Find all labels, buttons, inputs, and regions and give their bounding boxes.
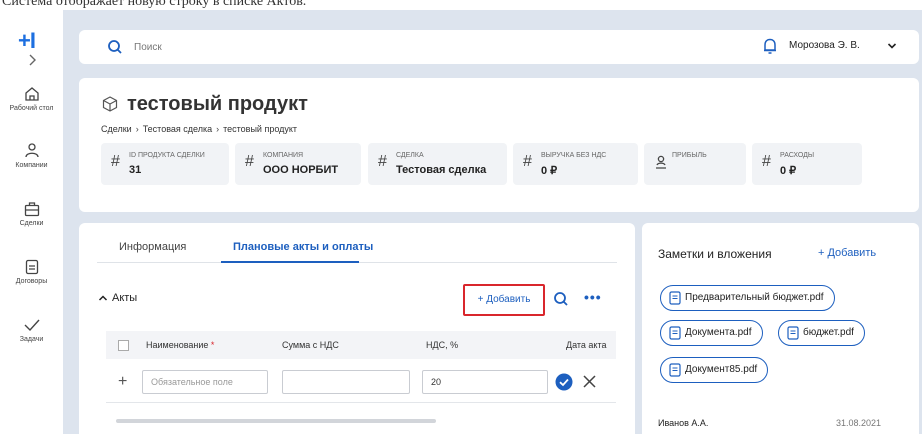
close-icon[interactable]	[582, 374, 597, 389]
stat-value[interactable]: ООО НОРБИТ	[263, 164, 338, 176]
hash-icon: #	[378, 153, 387, 170]
stat-label: Компания	[263, 152, 304, 159]
chevron-right-icon: ›	[135, 124, 139, 134]
stat-value: 31	[129, 164, 142, 176]
notes-panel: Заметки и вложения + Добавить Предварите…	[642, 223, 919, 434]
sidebar-item-label: Рабочий стол	[9, 105, 54, 112]
document-icon	[25, 259, 38, 275]
section-title[interactable]: Акты	[112, 292, 137, 304]
stat-deal: # Сделка Тестовая сделка	[368, 143, 507, 185]
sidebar-item-dashboard[interactable]: Рабочий стол	[0, 85, 63, 112]
stat-value: 0 ₽	[780, 165, 797, 177]
add-act-button[interactable]: + Добавить	[463, 284, 545, 316]
search-icon[interactable]	[553, 291, 569, 307]
attachment-name: Документ85.pdf	[685, 364, 758, 375]
person-icon	[656, 155, 666, 169]
page-caption: Система отображает новую строку в списке…	[2, 0, 307, 9]
stat-product-id: # ID продукта сделки 31	[101, 143, 229, 185]
hash-icon: #	[762, 153, 771, 170]
sidebar-item-contracts[interactable]: Договоры	[0, 258, 63, 285]
sidebar-item-label: Сделки	[19, 220, 44, 227]
column-header-vat[interactable]: НДС, %	[426, 340, 458, 350]
active-tab-indicator	[221, 261, 359, 263]
hash-icon: #	[111, 153, 120, 170]
user-name[interactable]: Морозова Э. В.	[789, 40, 860, 51]
acts-panel: Информация Плановые акты и оплаты Акты +…	[79, 223, 635, 434]
breadcrumb-link[interactable]: Сделки	[101, 124, 132, 134]
add-note-button[interactable]: + Добавить	[818, 247, 876, 259]
table-row: +	[106, 361, 616, 403]
column-header-sum[interactable]: Сумма с НДС	[282, 340, 339, 350]
chevron-right-icon: ›	[216, 124, 220, 134]
tab-planned-acts[interactable]: Плановые акты и оплаты	[233, 241, 373, 253]
table-header: Наименование * Сумма с НДС НДС, % Дата а…	[106, 331, 616, 359]
briefcase-icon	[24, 202, 39, 217]
sidebar: +I Рабочий стол Компании Сделки Договоры…	[0, 10, 63, 434]
sidebar-item-label: Компании	[15, 162, 48, 169]
plus-icon[interactable]: +	[118, 373, 127, 391]
sidebar-item-tasks[interactable]: Задачи	[0, 316, 63, 343]
file-icon	[669, 326, 681, 340]
stat-company: # Компания ООО НОРБИТ	[235, 143, 361, 185]
stat-profit: Прибыль	[644, 143, 746, 185]
tab-information[interactable]: Информация	[119, 241, 186, 253]
page-title: тестовый продукт	[127, 93, 308, 115]
hash-icon: #	[523, 153, 532, 170]
vat-field[interactable]	[422, 370, 548, 394]
breadcrumb-current: тестовый продукт	[223, 124, 298, 134]
search-icon[interactable]	[107, 39, 123, 55]
attachment-name: бюджет.pdf	[803, 327, 854, 338]
file-icon	[669, 363, 681, 377]
name-field[interactable]	[142, 370, 268, 394]
stat-revenue: # Выручка без НДС 0 ₽	[513, 143, 638, 185]
file-icon	[787, 326, 799, 340]
stat-label: Сделка	[396, 152, 424, 159]
select-all-checkbox[interactable]	[118, 340, 129, 351]
chevron-up-icon[interactable]	[98, 293, 108, 303]
top-bar: Морозова Э. В.	[79, 30, 919, 64]
stat-label: ID продукта сделки	[129, 152, 205, 159]
note-author: Иванов А.А.	[658, 418, 709, 428]
attachment-chip[interactable]: Документ85.pdf	[660, 357, 769, 383]
stat-label: Выручка без НДС	[541, 152, 607, 159]
sum-field[interactable]	[282, 370, 410, 394]
attachment-name: Документа.pdf	[685, 327, 752, 338]
column-header-date[interactable]: Дата акта	[566, 340, 607, 350]
sidebar-item-label: Договоры	[15, 278, 48, 285]
stat-expenses: # Расходы 0 ₽	[752, 143, 862, 185]
attachment-chip[interactable]: бюджет.pdf	[778, 320, 865, 346]
note-date: 31.08.2021	[836, 418, 882, 428]
stat-label: Прибыль	[672, 152, 707, 159]
chevron-down-icon[interactable]	[887, 41, 897, 51]
attachment-name: Предварительный бюджет.pdf	[685, 292, 824, 303]
search-input[interactable]	[134, 38, 434, 56]
more-options-icon[interactable]: •••	[584, 289, 602, 305]
home-icon	[24, 87, 39, 101]
hash-icon: #	[245, 153, 254, 170]
column-header-name[interactable]: Наименование *	[146, 340, 214, 350]
product-header: тестовый продукт Сделки › Тестовая сделка ›…	[79, 78, 919, 212]
stat-value: 0 ₽	[541, 165, 558, 177]
file-icon	[669, 291, 681, 305]
bell-icon[interactable]	[762, 37, 778, 55]
stat-value[interactable]: Тестовая сделка	[396, 164, 486, 176]
attachment-chip[interactable]: Документа.pdf	[660, 320, 763, 346]
horizontal-scrollbar[interactable]	[116, 419, 436, 423]
sidebar-item-companies[interactable]: Компании	[0, 142, 63, 169]
sidebar-item-deals[interactable]: Сделки	[0, 200, 63, 227]
stat-label: Расходы	[780, 152, 815, 159]
sidebar-item-label: Задачи	[19, 336, 44, 343]
checkmark-icon	[24, 319, 40, 332]
confirm-check-icon[interactable]	[555, 373, 573, 391]
attachment-chip[interactable]: Предварительный бюджет.pdf	[660, 285, 835, 311]
notes-title: Заметки и вложения	[658, 247, 772, 261]
breadcrumb: Сделки › Тестовая сделка › тестовый продукт	[101, 124, 297, 134]
app-logo[interactable]: +I	[18, 28, 36, 54]
people-icon	[24, 143, 39, 158]
cube-icon	[102, 96, 118, 112]
expand-sidebar-icon[interactable]	[25, 53, 39, 67]
breadcrumb-link[interactable]: Тестовая сделка	[143, 124, 212, 134]
